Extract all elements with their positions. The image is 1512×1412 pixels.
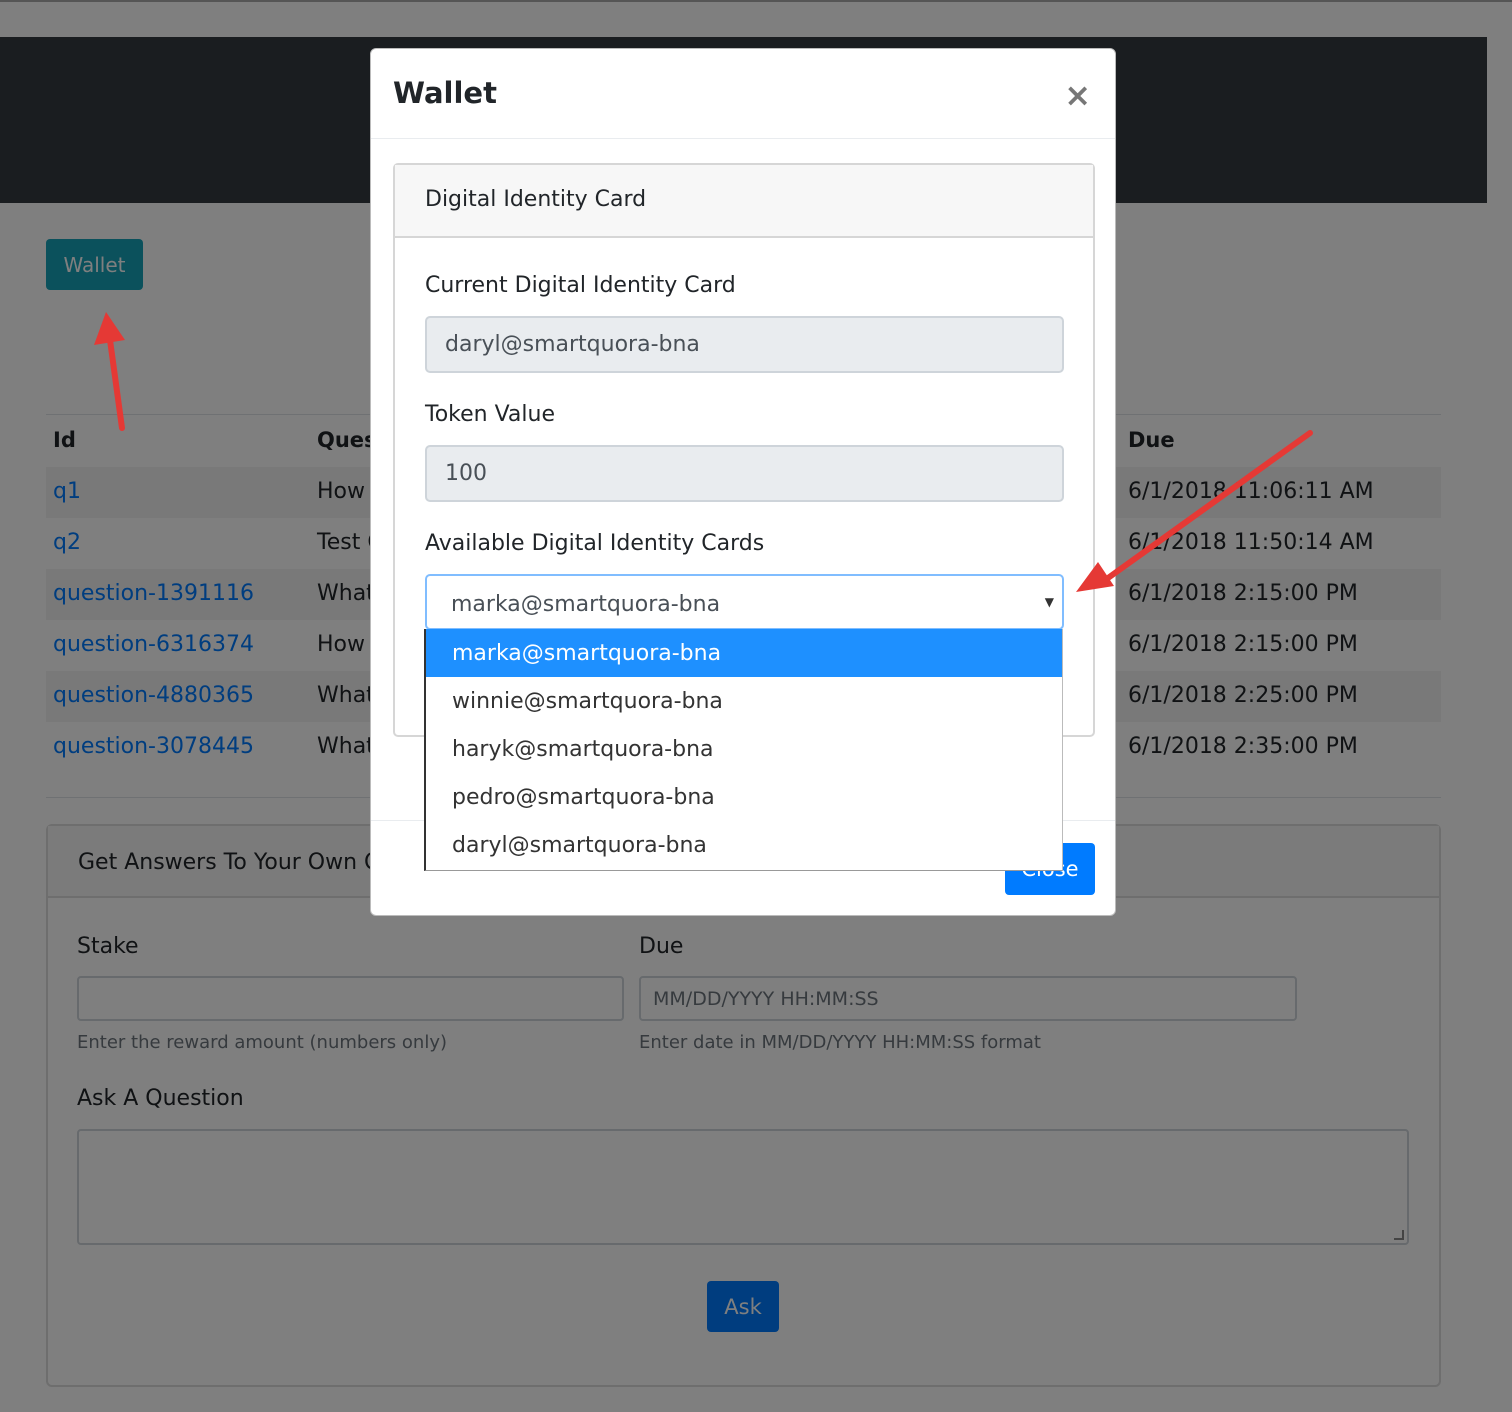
chevron-down-icon[interactable]: ▼ [1045,595,1054,609]
dropdown-option[interactable]: winnie@smartquora-bna [426,677,1062,725]
cards-dropdown-list: marka@smartquora-bna winnie@smartquora-b… [424,629,1063,871]
dropdown-option[interactable]: pedro@smartquora-bna [426,773,1062,821]
current-card-field: daryl@smartquora-bna [425,316,1064,373]
token-value-label: Token Value [425,402,556,427]
dropdown-option[interactable]: haryk@smartquora-bna [426,725,1062,773]
available-cards-select[interactable]: marka@smartquora-bna ▼ [425,574,1064,630]
close-icon[interactable]: × [1064,79,1091,111]
identity-card-title: Digital Identity Card [425,187,647,212]
dropdown-option[interactable]: daryl@smartquora-bna [426,821,1062,869]
current-card-label: Current Digital Identity Card [425,273,736,298]
identity-card-header: Digital Identity Card [395,165,1093,238]
modal-title: Wallet [393,76,497,110]
token-value-field: 100 [425,445,1064,502]
dropdown-option[interactable]: marka@smartquora-bna [426,629,1062,677]
select-current-value: marka@smartquora-bna [451,592,721,617]
modal-header: Wallet × [371,49,1115,139]
available-cards-label: Available Digital Identity Cards [425,531,765,556]
window-top-border [0,0,1512,2]
